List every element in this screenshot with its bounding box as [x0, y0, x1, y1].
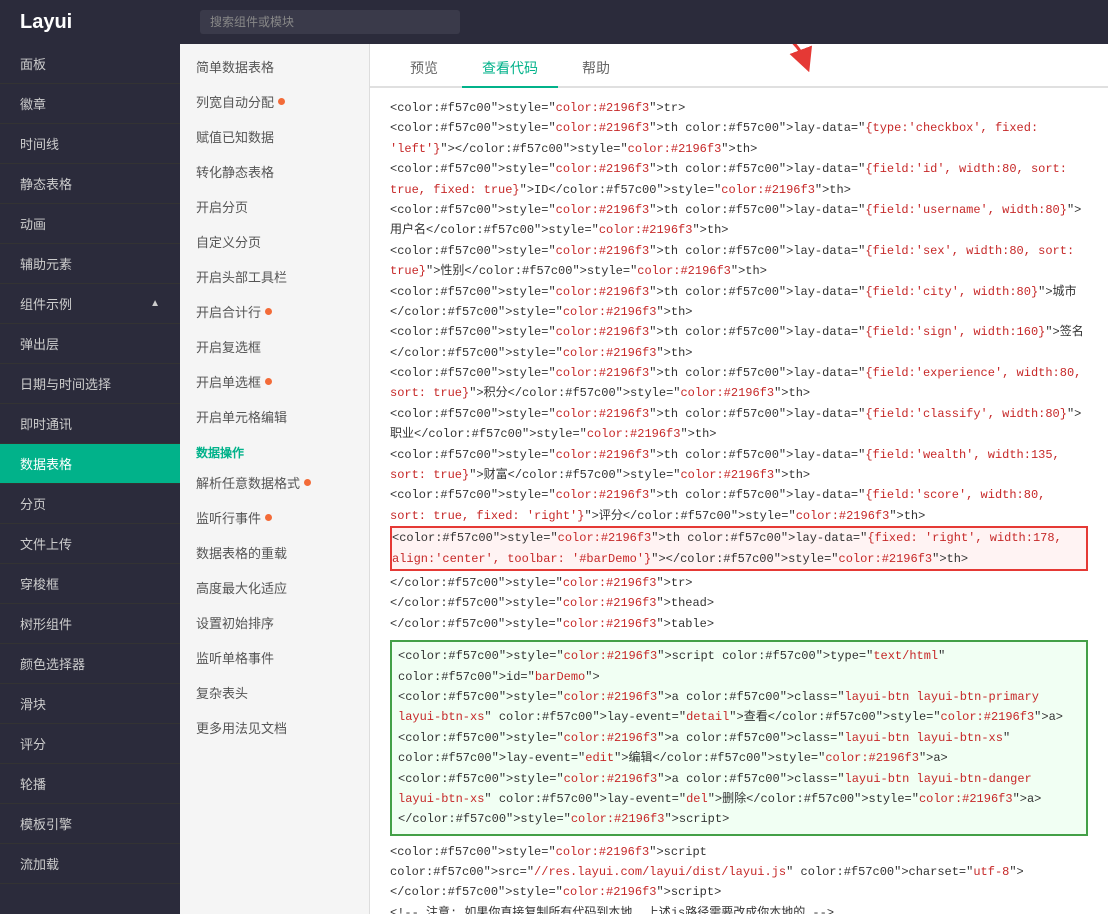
code-line: <color:#f57c00">style="color:#2196f3">sc… — [390, 842, 1088, 903]
code-line: <color:#f57c00">style="color:#2196f3">th… — [390, 363, 1088, 404]
sidebar-item[interactable]: 滑块 — [0, 684, 180, 724]
main-wrap: 面板徽章时间线静态表格动画辅助元素组件示例▲弹出层日期与时间选择即时通讯数据表格… — [0, 44, 1108, 914]
sidebar-item[interactable]: 评分 — [0, 724, 180, 764]
mid-nav-item[interactable]: 自定义分页 — [180, 224, 369, 259]
sidebar-item[interactable]: 动画 — [0, 204, 180, 244]
sidebar-item[interactable]: 模板引擎 — [0, 804, 180, 844]
code-highlighted-green: <color:#f57c00">style="color:#2196f3">sc… — [390, 640, 1088, 836]
sidebar-item[interactable]: 弹出层 — [0, 324, 180, 364]
sidebar-item[interactable]: 静态表格 — [0, 164, 180, 204]
mid-nav-item[interactable]: 高度最大化适应 — [180, 570, 369, 605]
content: 预览查看代码帮助 <color:#f57c00">style="color:#2… — [370, 44, 1108, 914]
code-line: <color:#f57c00">style="color:#2196f3">th… — [390, 485, 1088, 526]
mid-nav-item[interactable]: 更多用法见文档 — [180, 710, 369, 745]
search-input[interactable] — [200, 10, 460, 34]
dot-indicator — [265, 514, 272, 521]
mid-nav-item[interactable]: 开启合计行 — [180, 294, 369, 329]
dot-indicator — [265, 378, 272, 385]
code-line: <!-- 注意: 如果你直接复制所有代码到本地, 上述js路径需要改成你本地的 … — [390, 903, 1088, 914]
code-line: <color:#f57c00">style="color:#2196f3">th… — [390, 200, 1088, 241]
code-line: </color:#f57c00">style="color:#2196f3">t… — [390, 593, 1088, 613]
mid-nav-item[interactable]: 监听行事件 — [180, 500, 369, 535]
sidebar-item[interactable]: 数据表格 — [0, 444, 180, 484]
dot-indicator — [265, 308, 272, 315]
mid-nav: 简单数据表格列宽自动分配赋值已知数据转化静态表格开启分页自定义分页开启头部工具栏… — [180, 44, 370, 914]
sidebar-item[interactable]: 穿梭框 — [0, 564, 180, 604]
code-line: <color:#f57c00">style="color:#2196f3">th… — [390, 159, 1088, 200]
tabs: 预览查看代码帮助 — [370, 44, 1108, 88]
mid-nav-item[interactable]: 简单数据表格 — [180, 49, 369, 84]
mid-nav-item[interactable]: 数据表格的重载 — [180, 535, 369, 570]
sidebar-item[interactable]: 颜色选择器 — [0, 644, 180, 684]
tab[interactable]: 预览 — [390, 50, 458, 86]
code-line: <color:#f57c00">style="color:#2196f3">th… — [390, 282, 1088, 323]
search-box[interactable] — [200, 10, 460, 34]
mid-nav-item[interactable]: 开启单选框 — [180, 364, 369, 399]
tab[interactable]: 帮助 — [562, 50, 630, 86]
code-line: <color:#f57c00">style="color:#2196f3">th… — [390, 404, 1088, 445]
mid-nav-item[interactable]: 设置初始排序 — [180, 605, 369, 640]
sidebar-item[interactable]: 辅助元素 — [0, 244, 180, 284]
mid-nav-item[interactable]: 开启复选框 — [180, 329, 369, 364]
mid-nav-item[interactable]: 监听单格事件 — [180, 640, 369, 675]
mid-nav-item[interactable]: 转化静态表格 — [180, 154, 369, 189]
dot-indicator — [278, 98, 285, 105]
sidebar-item[interactable]: 组件示例▲ — [0, 284, 180, 324]
sidebar-item[interactable]: 即时通讯 — [0, 404, 180, 444]
code-area: <color:#f57c00">style="color:#2196f3">tr… — [370, 88, 1108, 914]
sidebar-item[interactable]: 日期与时间选择 — [0, 364, 180, 404]
code-line: <color:#f57c00">style="color:#2196f3">tr… — [390, 98, 1088, 118]
sidebar-item[interactable]: 时间线 — [0, 124, 180, 164]
mid-nav-item[interactable]: 复杂表头 — [180, 675, 369, 710]
sidebar-item[interactable]: 文件上传 — [0, 524, 180, 564]
sidebar-item[interactable]: 面板 — [0, 44, 180, 84]
logo: Layui — [20, 11, 200, 34]
mid-nav-section-title: 数据操作 — [180, 434, 369, 465]
code-line: <color:#f57c00">style="color:#2196f3">th… — [390, 322, 1088, 363]
sidebar-item[interactable]: 树形组件 — [0, 604, 180, 644]
sidebar-item[interactable]: 轮播 — [0, 764, 180, 804]
code-line: <color:#f57c00">style="color:#2196f3">th… — [390, 118, 1088, 159]
code-line: </color:#f57c00">style="color:#2196f3">t… — [390, 614, 1088, 634]
mid-nav-item[interactable]: 赋值已知数据 — [180, 119, 369, 154]
code-highlighted-red: <color:#f57c00">style="color:#2196f3">th… — [390, 526, 1088, 571]
mid-nav-item[interactable]: 开启头部工具栏 — [180, 259, 369, 294]
code-line: </color:#f57c00">style="color:#2196f3">t… — [390, 573, 1088, 593]
sidebar: 面板徽章时间线静态表格动画辅助元素组件示例▲弹出层日期与时间选择即时通讯数据表格… — [0, 44, 180, 914]
mid-nav-item[interactable]: 列宽自动分配 — [180, 84, 369, 119]
tab[interactable]: 查看代码 — [462, 50, 558, 88]
sidebar-item[interactable]: 分页 — [0, 484, 180, 524]
sidebar-item[interactable]: 流加载 — [0, 844, 180, 884]
code-line: <color:#f57c00">style="color:#2196f3">th… — [390, 241, 1088, 282]
header: Layui — [0, 0, 1108, 44]
mid-nav-item[interactable]: 开启单元格编辑 — [180, 399, 369, 434]
dot-indicator — [304, 479, 311, 486]
mid-nav-item[interactable]: 解析任意数据格式 — [180, 465, 369, 500]
mid-nav-item[interactable]: 开启分页 — [180, 189, 369, 224]
code-line: <color:#f57c00">style="color:#2196f3">th… — [390, 445, 1088, 486]
sidebar-item[interactable]: 徽章 — [0, 84, 180, 124]
